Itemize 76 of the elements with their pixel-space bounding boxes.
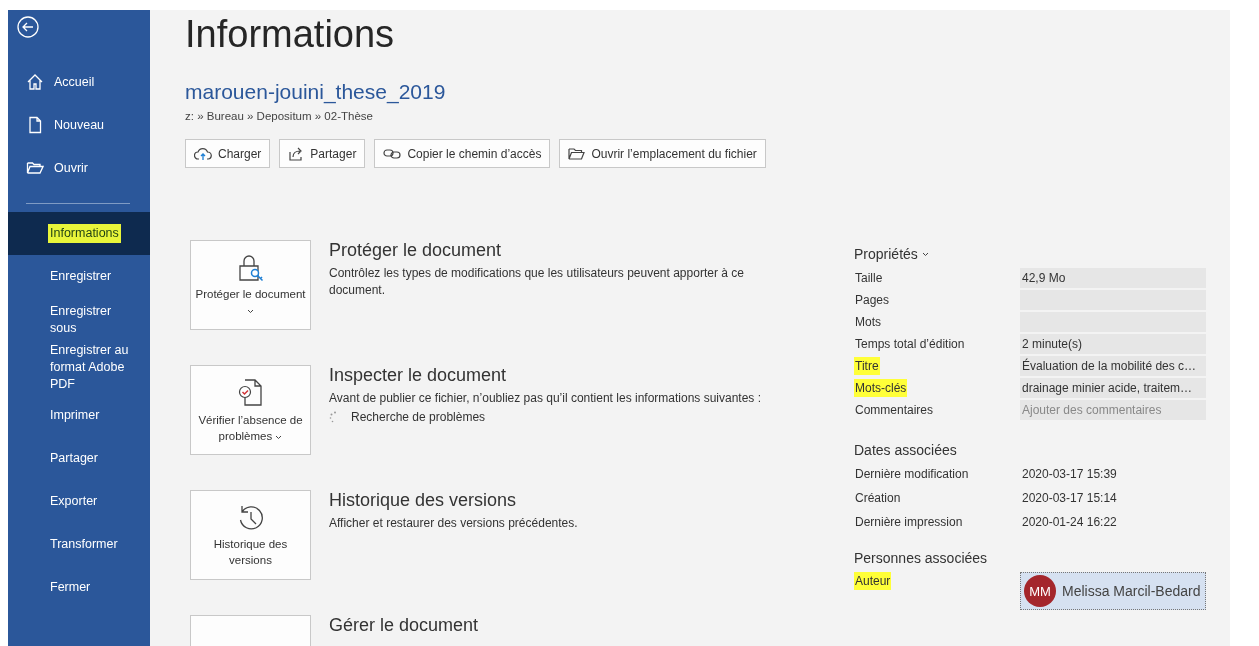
nav-item[interactable]: Exporter [8,480,150,523]
home-icon [26,72,44,91]
nav-item[interactable]: Enregistrer sous [8,298,150,341]
section-heading: Dates associées [854,442,958,458]
property-label: Pages [854,292,891,309]
nav-label: Transformer [49,536,119,553]
file-action-button[interactable]: Partager [279,139,366,168]
file-action-button[interactable]: Charger [185,139,271,168]
property-label: Temps total d’édition [854,336,966,353]
property-label: Taille [854,270,884,287]
nav-item[interactable]: Informations [8,212,150,255]
person-card[interactable]: MM Melissa Marcil-Bedard [1020,572,1206,610]
nav-label: Enregistrer [49,268,113,285]
person-name: Melissa Marcil-Bedard [1062,583,1201,599]
back-button[interactable] [17,16,39,38]
section-tile-button[interactable]: Protéger le document [190,240,311,330]
section-title: Historique des versions [329,490,518,511]
file-path: z: » Bureau » Depositum » 02-Thèse [185,110,374,122]
date-value: 2020-03-17 15:39 [1021,466,1118,483]
section-title: Inspecter le document [329,365,508,386]
share-icon [288,145,305,162]
nav-item[interactable]: Transformer [8,523,150,566]
nav-label: Ouvrir [53,159,90,176]
folder-icon [568,146,586,161]
nav-item[interactable]: Fermer [8,566,150,609]
nav-label: Exporter [49,493,99,510]
file-action-button[interactable]: Ouvrir l’emplacement du fichier [559,139,766,168]
property-label: Mots-clés [854,379,908,397]
file-action-button[interactable]: Copier le chemin d’accès [374,139,551,168]
nav-item[interactable]: Imprimer [8,394,150,437]
document-icon [26,115,44,134]
caret-icon [921,251,929,257]
status-text: Recherche de problèmes [351,410,486,424]
property-value-field[interactable]: 42,9 Mo [1020,268,1206,288]
nav-item[interactable]: Ouvrir [8,146,150,189]
date-label: Création [854,490,902,507]
section-title: Gérer le document [329,615,479,636]
nav-item[interactable]: Nouveau [8,103,150,146]
property-label: Commentaires [854,402,935,419]
nav-label: Enregistrer au format Adobe PDF [49,342,130,393]
person-role-label: Auteur [854,572,892,590]
nav-label: Fermer [49,579,92,596]
section-title: Protéger le document [329,240,503,261]
nav-item[interactable]: Accueil [8,60,150,103]
nav-label: Partager [49,450,99,467]
file-name: marouen-jouini_these_2019 [185,80,447,104]
property-label: Titre [854,357,880,375]
section-description: Contrôlez les types de modifications que les utilisateurs peuvent apporter à ce document. [329,265,745,299]
section-heading: Personnes associées [854,550,989,566]
date-label: Dernière modification [854,466,970,483]
back-icon [17,16,39,38]
nav-label: Enregistrer sous [49,302,113,337]
section-tile-button[interactable]: Vérifier l’absence de problèmes [190,365,311,455]
date-label: Dernière impression [854,514,964,531]
nav-label: Accueil [53,73,96,90]
property-value-field[interactable]: drainage minier acide, traitem… [1020,378,1206,398]
nav-item[interactable]: Partager [8,437,150,480]
cloud-upload-icon [194,146,212,161]
section-description: Afficher et restaurer des versions précédentes. [329,515,578,532]
link-icon [383,147,402,160]
nav-label: Nouveau [53,116,106,133]
section-description: Avant de publier ce fichier, n’oubliez pas qu’il contient les informations suivantes : [329,390,762,407]
spinner-icon [329,411,339,423]
nav-item[interactable]: Enregistrer [8,255,150,298]
property-value-field[interactable]: 2 minute(s) [1020,334,1206,354]
properties-title[interactable]: Propriétés [854,246,1214,262]
nav-label: Imprimer [49,407,101,424]
page-title: Informations [185,12,396,57]
nav-item[interactable]: Enregistrer au format Adobe PDF [8,341,150,394]
section-tile-button[interactable]: Historique des versions [190,490,311,580]
property-label: Mots [854,314,882,331]
nav-label: Informations [48,224,121,243]
date-value: 2020-03-17 15:14 [1021,490,1118,507]
avatar: MM [1024,575,1056,607]
property-value-field[interactable]: Évaluation de la mobilité des c… [1020,356,1206,376]
date-value: 2020-01-24 16:22 [1021,514,1118,531]
